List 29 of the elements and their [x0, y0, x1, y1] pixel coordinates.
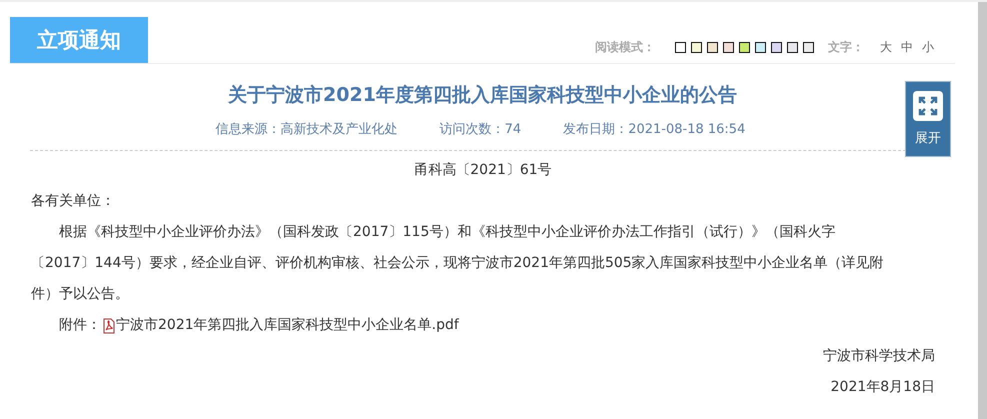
- color-swatch[interactable]: [803, 42, 814, 53]
- expand-icon: [913, 91, 943, 121]
- meta-info: 访问次数：74: [440, 121, 522, 138]
- expand-button[interactable]: 展开: [905, 81, 951, 157]
- color-swatch[interactable]: [707, 42, 718, 53]
- color-swatch[interactable]: [755, 42, 766, 53]
- reading-mode-label: 阅读模式：: [595, 39, 655, 56]
- color-swatch[interactable]: [691, 42, 702, 53]
- document-number: 甬科高〔2021〕61号: [413, 161, 553, 180]
- color-swatch[interactable]: [723, 42, 734, 53]
- meta-info: 信息来源：高新技术及产业化处: [216, 121, 398, 138]
- attachment-label: 附件：: [59, 316, 101, 335]
- font-size-link[interactable]: 小: [922, 39, 934, 56]
- font-size-link[interactable]: 中: [901, 39, 913, 56]
- salutation: 各有关单位：: [31, 192, 116, 211]
- scrollbar[interactable]: [978, 2, 987, 419]
- date: 2021年8月18日: [830, 378, 935, 397]
- pdf-icon: [103, 318, 115, 334]
- color-swatch[interactable]: [675, 42, 686, 53]
- attachment-link[interactable]: 宁波市2021年第四批入库国家科技型中小企业名单.pdf: [116, 310, 459, 341]
- body-paragraph: 根据《科技型中小企业评价办法》（国科发政〔2017〕115号）和《科技型中小企业评价办法工作指引（试行）》（国科火字〔2017〕144号）要求，经企业自评、评价机构审核、社会公示，现将宁波市2021年第四批505家入库国家科技型中小企业名单（详见附件）予以公告。: [31, 223, 885, 304]
- color-swatch[interactable]: [739, 42, 750, 53]
- article-title: 关于宁波市2021年度第四批入库国家科技型中小企业的公告: [228, 83, 737, 108]
- font-size-link[interactable]: 大: [880, 39, 892, 56]
- color-swatch[interactable]: [787, 42, 798, 53]
- meta-info: 发布日期：2021-08-18 16:54: [563, 121, 746, 138]
- color-swatch[interactable]: [771, 42, 782, 53]
- signature: 宁波市科学技术局: [822, 347, 935, 366]
- font-size-label: 文字：: [828, 39, 864, 56]
